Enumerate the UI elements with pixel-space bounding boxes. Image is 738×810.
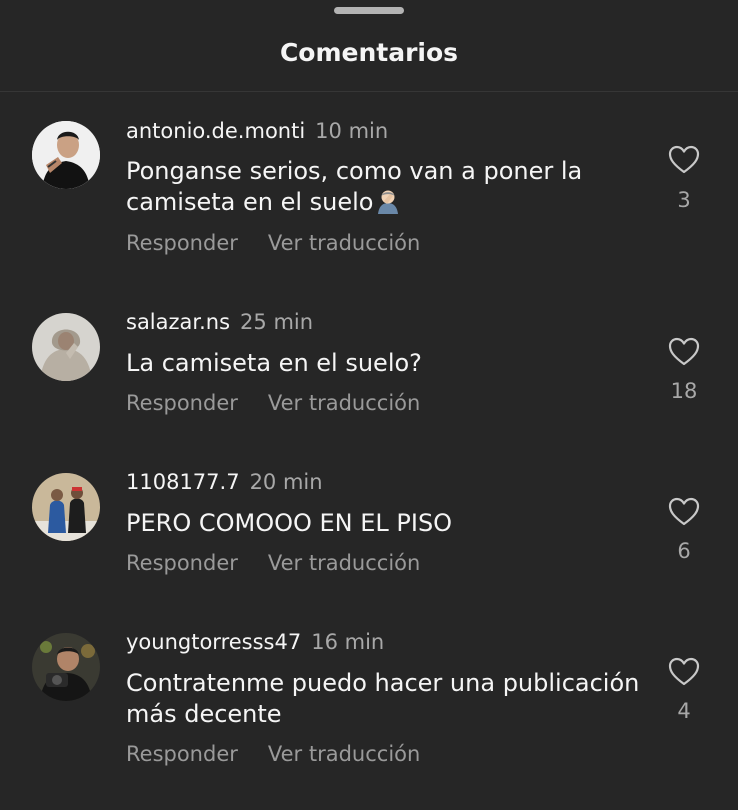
comment-meta: 1108177.7 20 min xyxy=(126,470,323,494)
avatar[interactable] xyxy=(32,121,100,189)
comment-meta: youngtorresss47 16 min xyxy=(126,630,384,654)
avatar[interactable] xyxy=(32,313,100,381)
username[interactable]: antonio.de.monti xyxy=(126,119,305,143)
comment-actions: Responder Ver traducción xyxy=(126,391,420,415)
timestamp: 10 min xyxy=(315,119,389,143)
translate-button[interactable]: Ver traducción xyxy=(268,231,420,255)
comment-body: Ponganse serios, como van a poner la cam… xyxy=(126,157,583,216)
facepalm-emoji-icon xyxy=(375,188,401,222)
avatar[interactable] xyxy=(32,473,100,541)
timestamp: 25 min xyxy=(240,310,314,334)
timestamp: 16 min xyxy=(311,630,385,654)
heart-outline-icon[interactable] xyxy=(664,337,704,366)
timestamp: 20 min xyxy=(249,470,323,494)
comment-actions: Responder Ver traducción xyxy=(126,551,420,575)
comments-sheet: Comentarios antonio.de.monti 10 min Ponga… xyxy=(0,0,738,810)
like-count: 4 xyxy=(677,699,691,723)
comment-text: La camiseta en el suelo? xyxy=(126,349,422,377)
reply-button[interactable]: Responder xyxy=(126,742,238,766)
comments-header: Comentarios xyxy=(0,0,738,92)
reply-button[interactable]: Responder xyxy=(126,551,238,575)
page-title: Comentarios xyxy=(279,38,459,67)
avatar-photo xyxy=(32,313,100,381)
avatar-photo xyxy=(32,633,100,701)
reply-button[interactable]: Responder xyxy=(126,391,238,415)
translate-button[interactable]: Ver traducción xyxy=(268,391,420,415)
comment-text: Contratenme puedo hacer una publicación … xyxy=(126,669,640,728)
like-count: 6 xyxy=(677,539,691,563)
drag-handle[interactable] xyxy=(334,7,404,14)
avatar-photo xyxy=(32,121,100,189)
username[interactable]: 1108177.7 xyxy=(126,470,240,494)
avatar[interactable] xyxy=(32,633,100,701)
like-count: 18 xyxy=(670,379,698,403)
reply-button[interactable]: Responder xyxy=(126,231,238,255)
username[interactable]: salazar.ns xyxy=(126,310,230,334)
comment-actions: Responder Ver traducción xyxy=(126,742,420,766)
heart-outline-icon[interactable] xyxy=(664,497,704,526)
translate-button[interactable]: Ver traducción xyxy=(268,551,420,575)
translate-button[interactable]: Ver traducción xyxy=(268,742,420,766)
heart-outline-icon[interactable] xyxy=(664,657,704,686)
heart-outline-icon[interactable] xyxy=(664,145,704,174)
comment-actions: Responder Ver traducción xyxy=(126,231,420,255)
username[interactable]: youngtorresss47 xyxy=(126,630,301,654)
avatar-photo xyxy=(32,473,100,541)
comment-text: PERO COMOOO EN EL PISO xyxy=(126,509,453,537)
like-count: 3 xyxy=(677,188,691,212)
comment-meta: salazar.ns 25 min xyxy=(126,310,313,334)
comment-text: Ponganse serios, como van a poner la cam… xyxy=(126,156,646,222)
comment-meta: antonio.de.monti 10 min xyxy=(126,119,388,143)
